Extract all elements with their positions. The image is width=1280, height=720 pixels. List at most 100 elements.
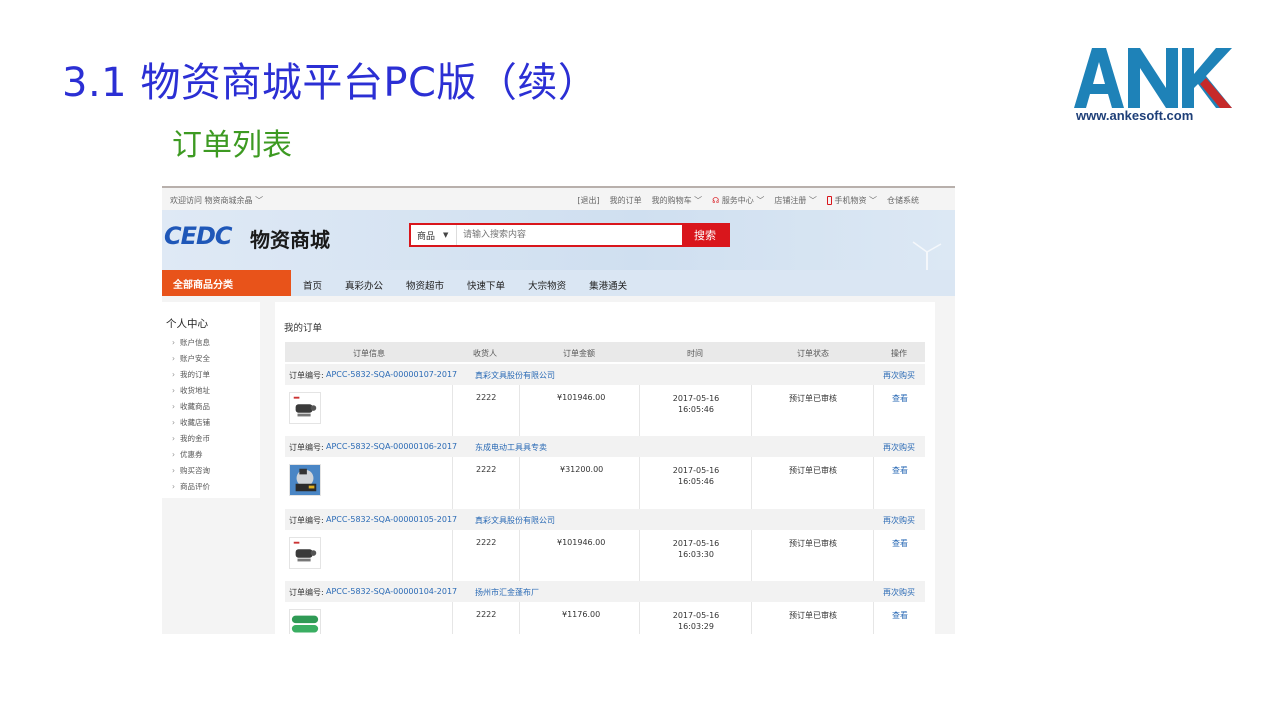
mall-name: 物资商城 [250,228,330,252]
logout-link[interactable]: [退出] [577,195,599,206]
chevron-right-icon: › [172,482,175,491]
sidebar-item-coins[interactable]: › 我的金币 [162,433,260,449]
shop-link[interactable]: 扬州市汇金蓬布厂 [475,587,539,598]
order-time: 16:03:30 [678,550,714,559]
time-cell: 2017-05-16 16:03:29 [640,602,752,634]
time-value: 2017-05-16 16:05:46 [646,393,746,415]
receiver-value: 2222 [476,393,497,402]
my-orders-link[interactable]: 我的订单 [610,195,642,206]
col-amount: 订单金额 [563,349,595,358]
mobile-label: 手机物资 ﹀ [834,196,877,205]
store-register-link[interactable]: 店铺注册 ﹀ [774,195,817,206]
rebuy-link[interactable]: 再次购买 [883,515,915,526]
time-cell: 2017-05-16 16:05:46 [640,385,752,437]
search-button[interactable]: 搜索 [682,225,728,245]
service-center-link[interactable]: ☊ 服务中心 ﹀ [712,195,764,206]
amount-value: ¥101946.00 [557,538,606,547]
nav-item-quick-order[interactable]: 快速下单 [467,278,505,292]
sidebar: 个人中心 › 账户信息 › 账户安全 › 我的订单 › 收货地址 › 收藏商品 › 收藏店铺… [162,302,260,498]
product-cell [285,385,453,437]
sidebar-item-label: 账户安全 [180,354,210,363]
cart-link[interactable]: 我的购物车 ﹀ [652,195,703,206]
search-category-label: 商品 [417,231,436,242]
rebuy-link[interactable]: 再次购买 [883,587,915,598]
sidebar-item-inquiries[interactable]: › 购买咨询 [162,465,260,481]
all-categories-button[interactable]: 全部商品分类 [162,270,291,296]
order-date: 2017-05-16 [672,539,720,548]
col-order-info: 订单信息 [353,349,385,358]
headset-icon: ☊ [712,196,720,205]
brand-logo[interactable]: CEDC [164,222,233,250]
order-no-link[interactable]: APCC-5832-SQA-00000105-2017 [326,515,457,524]
shop-link[interactable]: 真彩文具股份有限公司 [475,515,555,526]
nav-item-bulk[interactable]: 大宗物资 [528,278,566,292]
col-time: 时间 [687,349,703,358]
order-no-link[interactable]: APCC-5832-SQA-00000104-2017 [326,587,457,596]
caret-down-icon: ▼ [443,231,449,239]
view-link[interactable]: 查看 [892,465,908,476]
mobile-link[interactable]: 手机物资 ﹀ [826,195,877,206]
sidebar-item-fav-products[interactable]: › 收藏商品 [162,401,260,417]
sidebar-title: 个人中心 [166,318,208,330]
view-link[interactable]: 查看 [892,393,908,404]
phone-icon [826,196,832,205]
sidebar-item-address[interactable]: › 收货地址 [162,385,260,401]
order-row: 2222 ¥1176.00 2017-05-16 16:03:29 预订单已审核 … [285,602,925,634]
order-no-link[interactable]: APCC-5832-SQA-00000106-2017 [326,442,457,451]
sidebar-item-account-security[interactable]: › 账户安全 [162,353,260,369]
status-value: 预订单已审核 [789,539,837,548]
sidebar-item-my-orders[interactable]: › 我的订单 [162,369,260,385]
order-row: 2222 ¥101946.00 2017-05-16 16:05:46 预订单已审… [285,385,925,437]
order-time: 16:05:46 [678,405,714,414]
view-link[interactable]: 查看 [892,610,908,621]
sidebar-item-label: 收货地址 [180,386,210,395]
product-thumbnail[interactable] [289,464,321,496]
nav-item-supermarket[interactable]: 物资超市 [406,278,444,292]
sidebar-item-account-info[interactable]: › 账户信息 [162,337,260,353]
sidebar-item-label: 购买咨询 [180,466,210,475]
shop-link[interactable]: 真彩文具股份有限公司 [475,370,555,381]
order-no-link[interactable]: APCC-5832-SQA-00000107-2017 [326,370,457,379]
amount-cell: ¥1176.00 [520,602,640,634]
receiver-value: 2222 [476,610,497,619]
amount-value: ¥1176.00 [562,610,601,619]
status-cell: 预订单已审核 [752,457,874,509]
chevron-right-icon: › [172,402,175,411]
order-date: 2017-05-16 [672,394,720,403]
order-no-label: 订单编号: [289,588,324,597]
amount-cell: ¥101946.00 [520,385,640,437]
shop-link[interactable]: 东成电动工具具专卖 [475,442,547,453]
chevron-right-icon: › [172,354,175,363]
status-value: 预订单已审核 [789,611,837,620]
order-no-label: 订单编号: [289,443,324,452]
nav-item-customs[interactable]: 集港通关 [589,278,627,292]
view-link[interactable]: 查看 [892,538,908,549]
embedded-screenshot: 欢迎访问 物资商城余晶 ﹀ [退出] 我的订单 我的购物车 ﹀ ☊ 服务中心 ﹀… [162,186,955,634]
warehouse-link[interactable]: 仓储系统 [887,195,919,206]
order-header: 订单编号: APCC-5832-SQA-00000107-2017 真彩文具股份… [285,364,925,385]
product-cell [285,457,453,509]
ank-website[interactable]: www.ankesoft.com [1076,108,1193,123]
product-thumbnail[interactable] [289,537,321,569]
service-center-label: 服务中心 ﹀ [721,196,765,205]
amount-cell: ¥101946.00 [520,530,640,582]
order-header: 订单编号: APCC-5832-SQA-00000104-2017 扬州市汇金蓬… [285,581,925,602]
nav-item-home[interactable]: 首页 [303,278,322,292]
search-category-select[interactable]: 商品 ▼ [411,225,457,245]
amount-value: ¥31200.00 [560,465,604,474]
sidebar-item-coupons[interactable]: › 优惠券 [162,449,260,465]
welcome-text[interactable]: 欢迎访问 物资商城余晶 ﹀ [170,195,263,206]
order-date: 2017-05-16 [672,466,720,475]
product-thumbnail[interactable] [289,609,321,634]
rebuy-link[interactable]: 再次购买 [883,370,915,381]
order-header: 订单编号: APCC-5832-SQA-00000105-2017 真彩文具股份… [285,509,925,530]
receiver-cell: 2222 [453,457,520,509]
product-thumbnail[interactable] [289,392,321,424]
rebuy-link[interactable]: 再次购买 [883,442,915,453]
sidebar-item-reviews[interactable]: › 商品评价 [162,481,260,497]
nav-item-office[interactable]: 真彩办公 [345,278,383,292]
sidebar-item-label: 优惠券 [180,450,203,459]
order-time: 16:05:46 [678,477,714,486]
sidebar-item-fav-stores[interactable]: › 收藏店铺 [162,417,260,433]
search-input[interactable] [457,225,682,245]
